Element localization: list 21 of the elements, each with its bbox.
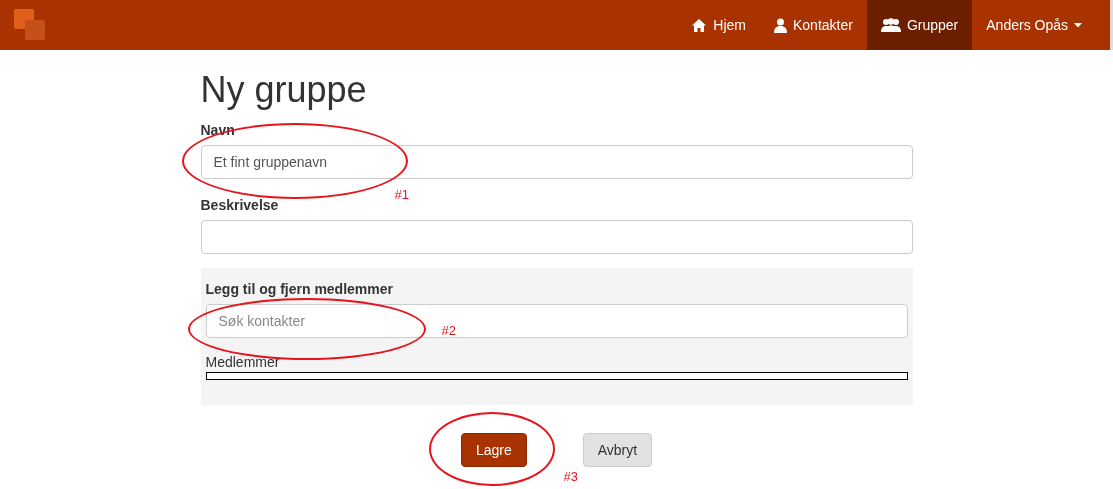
user-menu[interactable]: Anders Opås <box>972 0 1096 50</box>
members-list[interactable] <box>205 372 908 380</box>
people-icon <box>880 18 901 32</box>
members-label: Medlemmer <box>205 354 280 370</box>
save-button[interactable]: Lagre <box>460 433 527 467</box>
annotation-label: #1 <box>394 187 409 202</box>
field-label: Beskrivelse <box>200 196 279 215</box>
nav-item[interactable]: Grupper <box>866 0 973 50</box>
annotation-label: #3 <box>563 469 578 484</box>
house-icon <box>691 17 708 33</box>
annotation-label: #2 <box>441 323 456 338</box>
nav-item[interactable]: Hjem <box>677 0 760 50</box>
caret-icon <box>1074 22 1082 28</box>
person-icon <box>774 17 787 33</box>
input-field[interactable] <box>200 220 913 254</box>
cancel-button[interactable]: Avbryt <box>582 433 653 467</box>
input-field[interactable]: Et fint gruppenavn <box>200 145 913 179</box>
panel-title: Legg til og fjern medlemmer <box>205 280 393 299</box>
nav-item[interactable]: Kontakter <box>760 0 867 50</box>
page-title: Ny gruppe <box>200 70 368 110</box>
logo-icon[interactable] <box>14 9 46 41</box>
